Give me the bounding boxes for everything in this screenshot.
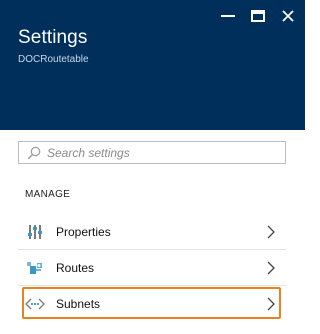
routes-icon — [24, 257, 46, 279]
menu-item-label: Properties — [56, 224, 111, 239]
properties-icon — [24, 221, 46, 243]
chevron-right-icon — [264, 225, 278, 239]
chevron-right-icon — [264, 261, 278, 275]
search-box[interactable] — [18, 141, 286, 164]
search-input[interactable] — [47, 145, 277, 160]
menu-item-label: Subnets — [56, 296, 101, 311]
pin-icon — [221, 15, 235, 17]
page-subtitle: DOCRoutetable — [18, 54, 89, 65]
section-label-manage: MANAGE — [25, 189, 71, 200]
menu-item-subnets[interactable]: Subnets — [18, 287, 286, 320]
blade-header: Settings DOCRoutetable — [0, 0, 305, 130]
close-button[interactable] — [277, 8, 299, 24]
page-title: Settings — [18, 27, 88, 48]
window-controls — [217, 8, 299, 24]
divider — [18, 285, 286, 286]
divider — [18, 249, 286, 250]
pin-button[interactable] — [217, 8, 239, 24]
subnets-icon — [24, 293, 46, 315]
search-icon — [27, 146, 41, 159]
close-icon — [282, 10, 294, 22]
menu-item-label: Routes — [56, 260, 95, 275]
menu-item-routes[interactable]: Routes — [18, 251, 286, 284]
maximize-button[interactable] — [247, 8, 269, 24]
chevron-right-icon — [264, 297, 278, 311]
menu-item-properties[interactable]: Properties — [18, 215, 286, 248]
maximize-icon — [251, 10, 265, 22]
